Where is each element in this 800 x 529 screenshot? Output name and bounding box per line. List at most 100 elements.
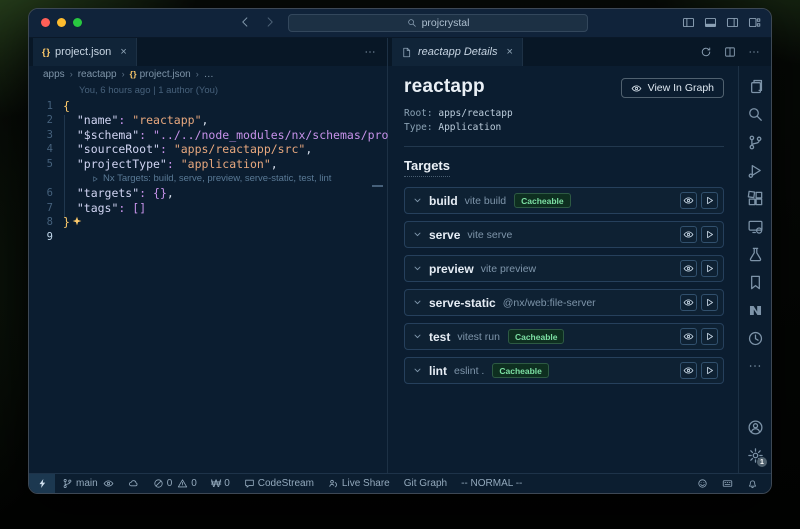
targets-list: buildvite buildCacheable servevite serve p… xyxy=(404,187,724,384)
activitybar-source-control[interactable] xyxy=(739,128,771,156)
split-editor-icon[interactable] xyxy=(724,46,736,58)
run-target-button[interactable] xyxy=(701,328,718,345)
target-command: vite build xyxy=(465,195,506,207)
nx-targets-codelens: Nx Targets: build, serve, preview, serve… xyxy=(29,172,387,187)
view-target-button[interactable] xyxy=(680,328,697,345)
status-text: main xyxy=(76,478,98,489)
copilot-sparkle-icon xyxy=(72,216,82,226)
status-segment xyxy=(722,478,733,489)
activitybar-bookmarks[interactable] xyxy=(739,268,771,296)
status-format[interactable] xyxy=(715,474,740,493)
run-target-button[interactable] xyxy=(701,192,718,209)
close-tab-icon[interactable]: × xyxy=(120,46,126,58)
run-target-button[interactable] xyxy=(701,294,718,311)
activitybar-extensions[interactable] xyxy=(739,184,771,212)
status-gitlens-cloud[interactable] xyxy=(121,474,146,493)
refresh-icon[interactable] xyxy=(700,46,712,58)
view-target-button[interactable] xyxy=(680,260,697,277)
layout-right-icon[interactable] xyxy=(726,16,739,29)
target-row-serve-static[interactable]: serve-static@nx/web:file-server xyxy=(404,289,724,316)
status-remote-indicator[interactable] xyxy=(29,474,55,493)
chevron-down-icon[interactable] xyxy=(413,230,422,239)
code-text: "name": "reactapp", xyxy=(63,113,208,128)
view-target-button[interactable] xyxy=(680,192,697,209)
layout-custom-icon[interactable] xyxy=(748,16,761,29)
run-target-button[interactable] xyxy=(701,362,718,379)
status-git-branch[interactable]: main xyxy=(55,474,121,493)
chevron-down-icon[interactable] xyxy=(413,298,422,307)
status-git-graph[interactable]: Git Graph xyxy=(397,474,454,493)
status-live-share[interactable]: Live Share xyxy=(321,474,397,493)
tab-label: project.json xyxy=(55,46,111,58)
breadcrumb-item[interactable]: reactapp xyxy=(78,69,117,80)
status-problems[interactable]: 00 xyxy=(146,474,204,493)
code-line: 5 "projectType": "application", xyxy=(29,157,387,172)
codelens-link[interactable]: Nx Targets: build, serve, preview, serve… xyxy=(63,172,331,187)
overview-ruler-mark xyxy=(372,185,383,187)
error-icon xyxy=(153,478,164,489)
chevron-down-icon[interactable] xyxy=(413,332,422,341)
token: , xyxy=(167,186,174,200)
status-counter[interactable]: ₩0 xyxy=(204,474,237,493)
run-target-button[interactable] xyxy=(701,226,718,243)
target-name: serve xyxy=(429,228,460,242)
target-row-build[interactable]: buildvite buildCacheable xyxy=(404,187,724,214)
forward-icon[interactable] xyxy=(264,16,276,28)
target-row-serve[interactable]: servevite serve xyxy=(404,221,724,248)
back-icon[interactable] xyxy=(239,16,251,28)
layout-bottom-icon[interactable] xyxy=(704,16,717,29)
activitybar-timeline[interactable] xyxy=(739,324,771,352)
code-text: "projectType": "application", xyxy=(63,157,278,172)
activitybar-settings[interactable]: 1 xyxy=(739,441,771,469)
breadcrumb-item[interactable]: apps xyxy=(43,69,65,80)
status-vim-mode[interactable]: -- NORMAL -- xyxy=(454,474,529,493)
activitybar-search[interactable] xyxy=(739,100,771,128)
status-codestream[interactable]: CodeStream xyxy=(237,474,321,493)
view-target-button[interactable] xyxy=(680,226,697,243)
breadcrumb-item[interactable]: … xyxy=(204,69,214,80)
chevron-down-icon[interactable] xyxy=(413,366,422,375)
activitybar-account[interactable] xyxy=(739,413,771,441)
code-line: 2 "name": "reactapp", xyxy=(29,113,387,128)
status-notifications[interactable] xyxy=(740,474,765,493)
more-actions-icon[interactable] xyxy=(364,46,376,58)
branch-icon xyxy=(747,134,764,151)
view-target-button[interactable] xyxy=(680,362,697,379)
target-row-lint[interactable]: linteslint .Cacheable xyxy=(404,357,724,384)
code-editor[interactable]: You, 6 hours ago | 1 author (You)1{2 "na… xyxy=(29,82,387,473)
token xyxy=(146,128,153,142)
status-segment xyxy=(37,478,48,489)
search-icon xyxy=(747,106,764,123)
more-actions-icon[interactable] xyxy=(748,46,760,58)
activitybar-explorer[interactable] xyxy=(739,72,771,100)
status-feedback[interactable] xyxy=(690,474,715,493)
close-window-button[interactable] xyxy=(41,18,50,27)
json-braces-icon: { } xyxy=(130,69,136,79)
view-target-button[interactable] xyxy=(680,294,697,311)
activitybar-testing[interactable] xyxy=(739,240,771,268)
run-target-button[interactable] xyxy=(701,260,718,277)
tab-reactapp-details[interactable]: reactapp Details × xyxy=(392,38,523,66)
zoom-window-button[interactable] xyxy=(73,18,82,27)
activitybar-remote-explorer[interactable] xyxy=(739,212,771,240)
layout-controls xyxy=(682,16,761,29)
token: "tags" xyxy=(63,201,118,215)
json-braces-icon: { } xyxy=(42,47,49,58)
activitybar-run-debug[interactable] xyxy=(739,156,771,184)
layout-left-icon[interactable] xyxy=(682,16,695,29)
breadcrumb-item[interactable]: { }project.json xyxy=(130,69,191,80)
code-line: 7 "tags": [] xyxy=(29,201,387,216)
minimize-window-button[interactable] xyxy=(57,18,66,27)
tab-project-json[interactable]: { } project.json × xyxy=(33,38,137,66)
code-line: 4 "sourceRoot": "apps/reactapp/src", xyxy=(29,142,387,157)
target-row-test[interactable]: testvitest runCacheable xyxy=(404,323,724,350)
smiley-icon xyxy=(697,478,708,489)
chevron-down-icon[interactable] xyxy=(413,264,422,273)
command-center-search[interactable]: projcrystal xyxy=(288,14,588,32)
chevron-down-icon[interactable] xyxy=(413,196,422,205)
close-tab-icon[interactable]: × xyxy=(507,46,513,58)
activitybar-more-views[interactable] xyxy=(739,352,771,380)
target-row-preview[interactable]: previewvite preview xyxy=(404,255,724,282)
activitybar-nx-console[interactable] xyxy=(739,296,771,324)
view-in-graph-button[interactable]: View In Graph xyxy=(621,78,724,98)
